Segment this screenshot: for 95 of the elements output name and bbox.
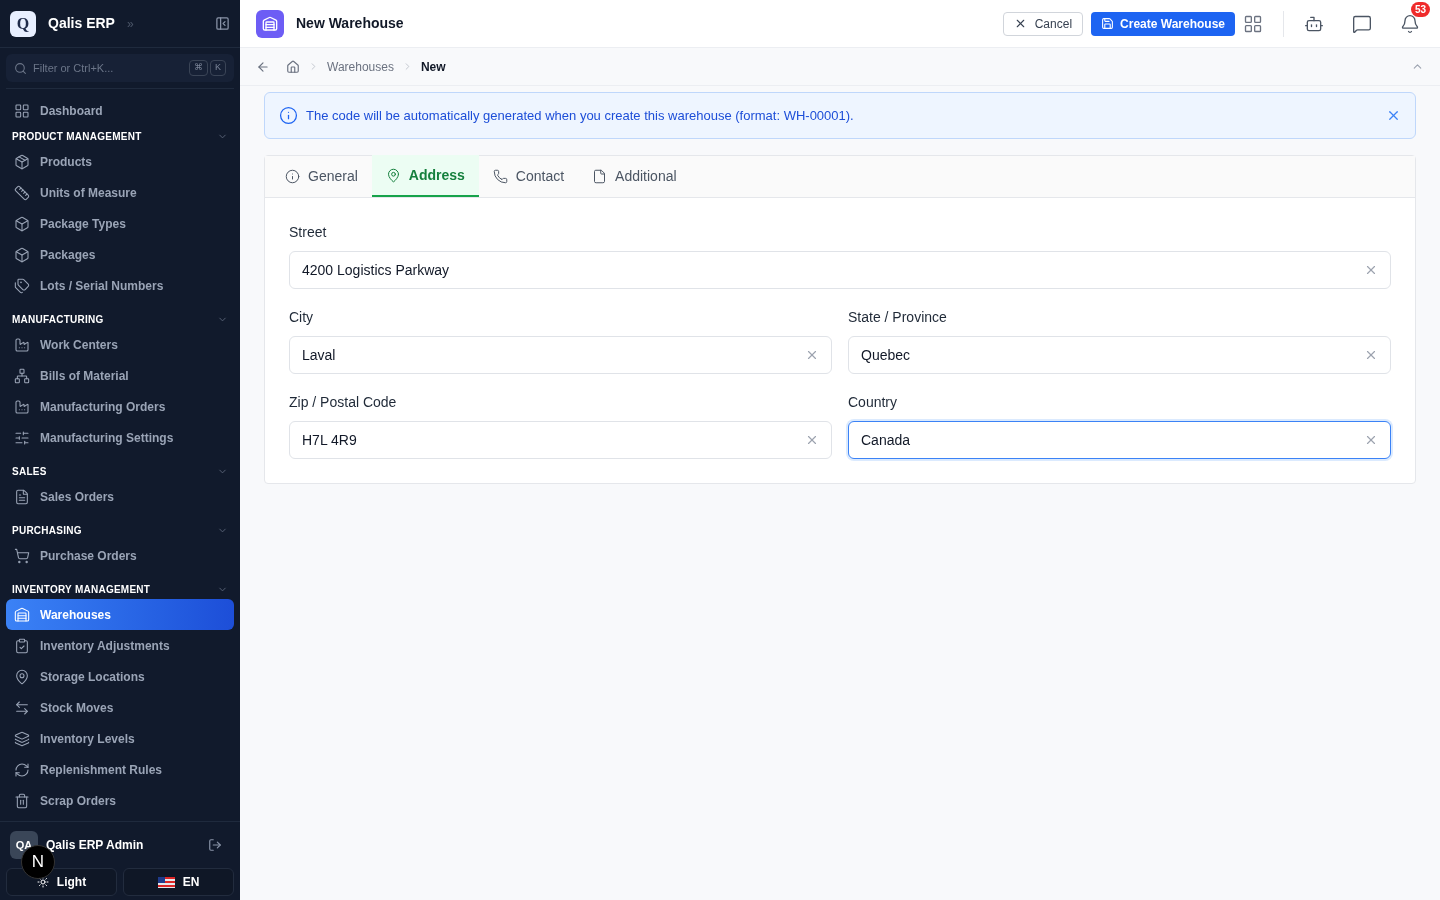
layers-icon [14,730,30,747]
section-heading: PRODUCT MANAGEMENT [12,129,142,144]
section-heading: SALES [12,464,47,479]
input-field[interactable]: 4200 Logistics Parkway [289,251,1391,289]
sidebar-item[interactable]: Inventory Levels [6,723,234,754]
tab[interactable]: General [271,155,372,197]
theme-button[interactable]: Light [6,868,117,896]
close-icon[interactable] [1386,108,1401,123]
clipboard-icon [14,637,30,654]
logo: Q [10,10,36,37]
clear-icon[interactable] [805,433,819,447]
factory-icon [14,336,30,353]
box-icon [14,215,30,232]
collapse-sidebar-icon[interactable] [215,16,230,31]
section-heading: PURCHASING [12,523,82,538]
box-icon [14,246,30,263]
sidebar-item[interactable]: Lots / Serial Numbers [6,270,234,301]
language-button[interactable]: EN [123,868,234,896]
logout-icon[interactable] [208,838,222,852]
sidebar-item[interactable]: Packages [6,239,234,270]
dashboard-icon [14,102,30,119]
sidebar-item[interactable]: Manufacturing Orders [6,391,234,422]
trash-icon [14,792,30,809]
flag-icon [157,876,175,888]
input-field[interactable]: Laval [289,336,832,374]
apps-grid-icon[interactable] [1243,13,1263,34]
phone-icon [492,168,508,184]
search-icon [14,61,27,75]
sliders-icon [14,429,30,446]
app-name: Qalis ERP [48,14,115,33]
cancel-button[interactable]: Cancel [1002,11,1084,36]
tab[interactable]: Address [371,155,479,197]
sidebar-item[interactable]: Bills of Material [6,360,234,391]
page-icon [256,9,284,38]
arrows-icon [14,699,30,716]
sidebar-item[interactable]: Sales Orders [6,481,234,512]
sidebar-item[interactable]: Replenishment Rules [6,754,234,785]
info-message: The code will be automatically generated when you create this warehouse (format: WH-00001). [306,106,854,125]
sidebar-item[interactable]: Purchase Orders [6,540,234,571]
sidebar-item[interactable]: Products [6,146,234,177]
pin-icon [385,167,401,183]
breadcrumb-item[interactable]: Warehouses [327,57,394,76]
cart-icon [14,547,30,564]
sun-icon [36,876,49,888]
sidebar-item[interactable]: Scrap Orders [6,785,234,816]
field-label: Country [848,393,899,412]
tab[interactable]: Contact [478,155,579,197]
tag-icon [14,277,30,294]
pin-icon [14,668,30,685]
sidebar-item[interactable]: Units of Measure [6,177,234,208]
info-icon [285,168,300,184]
filter-field[interactable]: Filter or Ctrl+K... ⌘ K [6,54,234,82]
back-icon[interactable] [256,59,270,74]
warehouse-icon [14,606,30,623]
clear-icon[interactable] [1364,433,1378,447]
breadcrumb-item: New [420,58,446,76]
sidebar-item[interactable]: Package Types [6,208,234,239]
chat-icon[interactable] [1352,13,1372,34]
input-field[interactable]: Canada [848,421,1391,459]
hierarchy-icon [14,367,30,384]
factory-icon [14,398,30,415]
shortcut-key: K [210,60,226,76]
ruler-icon [14,184,30,201]
save-icon [1101,17,1115,30]
sidebar-item[interactable]: Manufacturing Settings [6,422,234,453]
sidebar-item[interactable]: Inventory Adjustments [6,630,234,661]
package-icon [14,153,30,170]
sidebar-item[interactable]: Stock Moves [6,692,234,723]
tab[interactable]: Additional [578,155,691,197]
document-icon [592,168,608,184]
create-warehouse-button[interactable]: Create Warehouse [1091,11,1235,36]
field-label: Street [289,223,328,242]
notification-badge: 53 [1410,1,1430,17]
shortcut-key: ⌘ [189,60,208,76]
sidebar-item[interactable]: Work Centers [6,329,234,360]
clear-icon[interactable] [1364,348,1378,362]
input-field[interactable]: H7L 4R9 [289,421,832,459]
clear-icon[interactable] [805,348,819,362]
section-heading: MANUFACTURING [12,312,104,327]
sidebar-item[interactable]: Dashboard [6,95,234,126]
refresh-icon [14,761,30,778]
field-label: State / Province [848,308,948,327]
document-icon [14,488,30,505]
info-icon [279,106,298,125]
input-field[interactable]: Quebec [848,336,1391,374]
field-label: Zip / Postal Code [289,393,398,412]
home-icon[interactable] [286,59,300,74]
clear-icon[interactable] [1364,263,1378,277]
filter-placeholder: Filter or Ctrl+K... [33,60,114,76]
notifications-icon[interactable] [1400,13,1420,34]
page-title: New Warehouse [296,14,404,33]
sidebar-item[interactable]: Storage Locations [6,661,234,692]
section-heading: INVENTORY MANAGEMENT [12,582,151,597]
sidebar-item[interactable]: Warehouses [6,599,234,630]
field-label: City [289,308,315,327]
